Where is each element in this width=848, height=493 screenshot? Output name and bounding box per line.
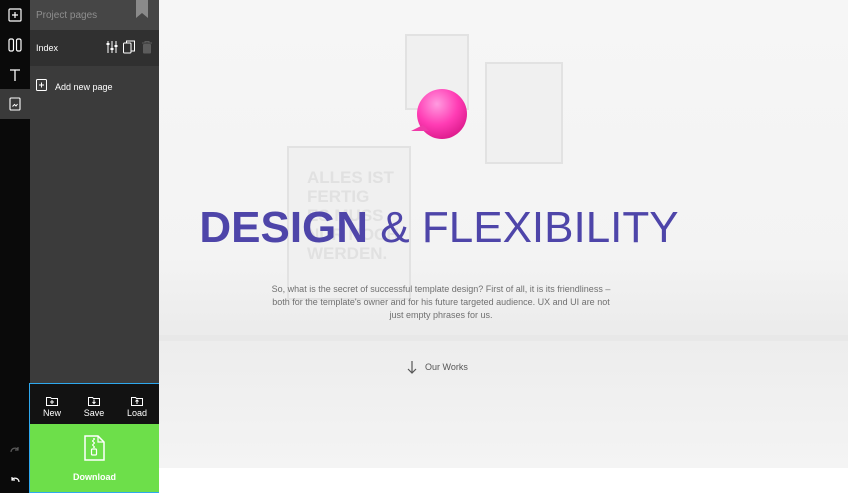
new-button[interactable]: New	[31, 388, 73, 422]
page-icon	[9, 97, 21, 111]
our-works-label: Our Works	[425, 362, 468, 372]
download-button[interactable]: Download	[30, 424, 159, 492]
bookmark-icon[interactable]	[136, 0, 148, 18]
layout-columns-icon	[8, 38, 22, 52]
redo-icon[interactable]	[9, 445, 21, 457]
save-button[interactable]: Save	[73, 388, 115, 422]
zip-file-icon	[84, 435, 105, 461]
add-block-button[interactable]	[0, 0, 30, 30]
hero-description: So, what is the secret of successful tem…	[271, 284, 611, 320]
page-list-item[interactable]: Index	[30, 30, 159, 66]
background-desk	[159, 335, 848, 341]
page-preview-footer	[159, 468, 848, 493]
page-name: Index	[36, 43, 59, 53]
panel-header: Project pages	[30, 0, 159, 30]
page-settings-icon[interactable]	[106, 40, 118, 54]
arrow-down-icon	[407, 361, 417, 374]
load-label: Load	[126, 408, 148, 418]
new-label: New	[42, 408, 61, 418]
delete-page-icon[interactable]	[141, 40, 153, 54]
file-actions: New Save Load Download	[29, 383, 160, 493]
hero-headline: DESIGN & FLEXIBILITY	[159, 203, 719, 253]
page-preview: ALLES IST FERTIG ES MUSS NUR NOCH WERDEN…	[159, 0, 848, 468]
add-new-page-button[interactable]: Add new page	[30, 74, 159, 100]
new-folder-icon	[46, 397, 58, 406]
pages-tool-button[interactable]	[0, 89, 30, 119]
load-folder-icon	[131, 397, 143, 406]
headline-bold: DESIGN	[199, 203, 369, 252]
editor-toolbar	[0, 0, 30, 493]
duplicate-page-icon[interactable]	[123, 40, 135, 54]
add-page-label: Add new page	[55, 82, 113, 92]
speech-bubble-icon	[411, 89, 467, 139]
save-folder-icon	[88, 397, 100, 406]
download-label: Download	[73, 472, 116, 482]
layout-tool-button[interactable]	[0, 30, 30, 60]
save-label: Save	[83, 408, 105, 418]
text-tool-button[interactable]	[0, 60, 30, 90]
add-block-icon	[8, 8, 22, 22]
our-works-link[interactable]: Our Works	[407, 360, 527, 374]
add-page-icon	[36, 79, 47, 91]
headline-rest: & FLEXIBILITY	[380, 203, 679, 252]
panel-title: Project pages	[36, 10, 98, 21]
text-tool-icon	[10, 69, 20, 81]
load-button[interactable]: Load	[116, 388, 158, 422]
undo-icon[interactable]	[9, 474, 21, 486]
background-frame	[485, 62, 563, 164]
